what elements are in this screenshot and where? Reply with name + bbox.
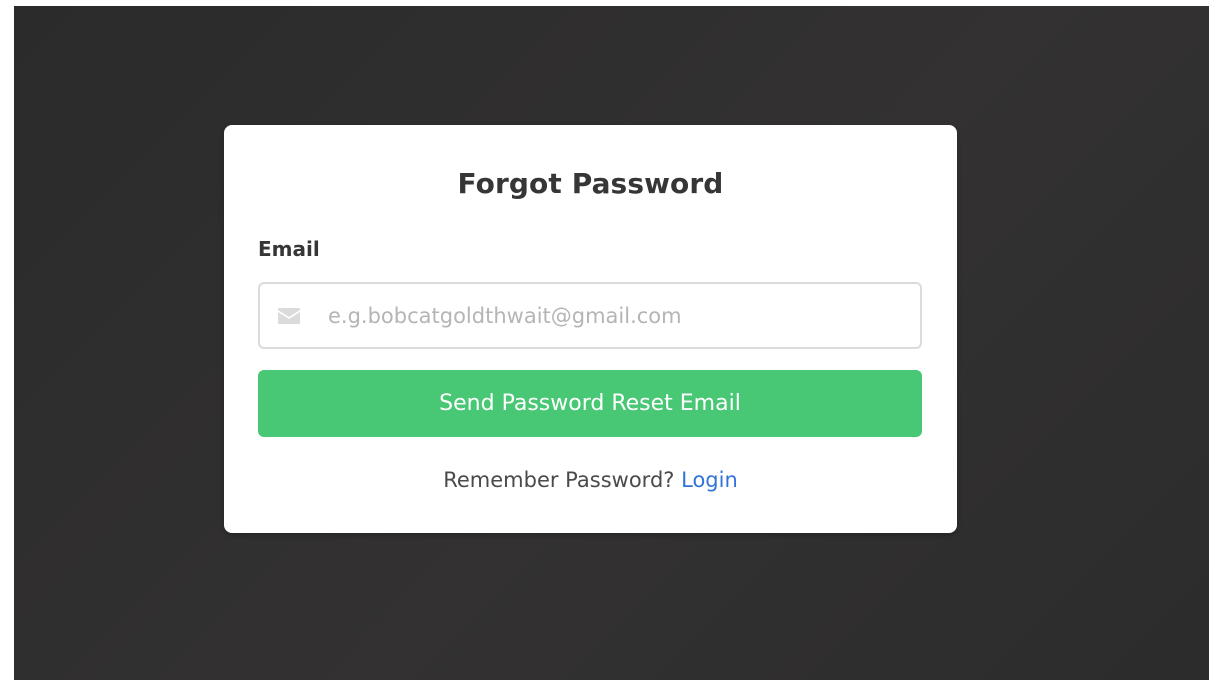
email-field-wrapper[interactable] xyxy=(258,282,922,349)
envelope-icon xyxy=(278,308,300,324)
send-reset-email-button[interactable]: Send Password Reset Email xyxy=(258,370,922,437)
page-background: Forgot Password Email Send Password Rese… xyxy=(14,6,1209,680)
remember-password-text: Remember Password? xyxy=(443,468,675,492)
login-link[interactable]: Login xyxy=(681,468,738,492)
email-label: Email xyxy=(258,237,320,261)
remember-password-line: Remember Password? Login xyxy=(224,468,957,492)
page-title: Forgot Password xyxy=(457,167,724,200)
email-input[interactable] xyxy=(328,284,908,347)
forgot-password-card: Forgot Password Email Send Password Rese… xyxy=(224,125,957,533)
